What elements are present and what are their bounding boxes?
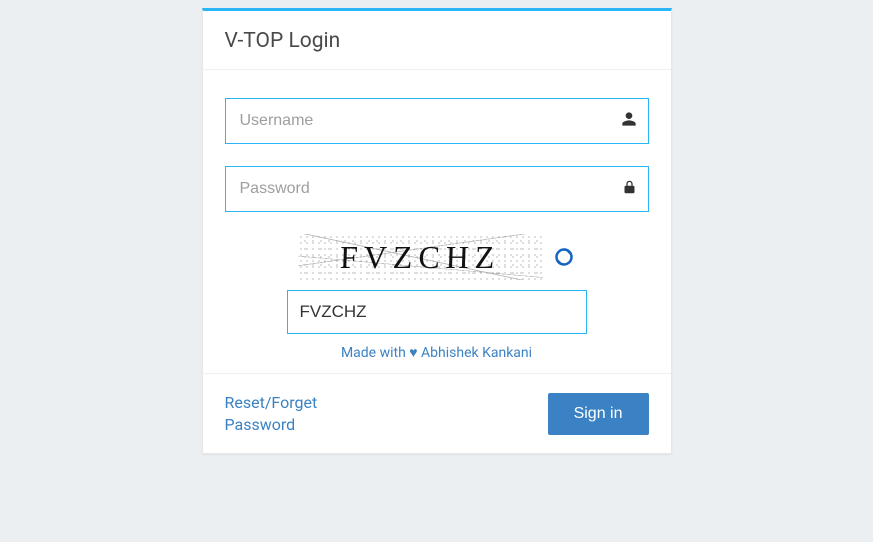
credit-link[interactable]: Made with ♥ Abhishek Kankani (341, 344, 532, 361)
username-input[interactable] (225, 98, 649, 144)
password-input[interactable] (225, 166, 649, 212)
card-body: FVZCHZ Made with ♥ Abhishek Kankani (203, 70, 671, 373)
password-group (225, 166, 649, 212)
captcha-image: FVZCHZ (298, 234, 543, 280)
captcha-row: FVZCHZ (298, 234, 575, 280)
signin-button[interactable]: Sign in (548, 393, 649, 435)
card-header: V-TOP Login (203, 11, 671, 70)
lock-icon (622, 179, 637, 200)
username-group (225, 98, 649, 144)
refresh-icon[interactable] (553, 246, 575, 268)
captcha-text: FVZCHZ (340, 239, 502, 276)
forgot-password-link[interactable]: Reset/ForgetPassword (225, 392, 318, 437)
login-card: V-TOP Login FVZCHZ (202, 8, 672, 454)
captcha-input[interactable] (287, 290, 587, 334)
card-footer: Reset/ForgetPassword Sign in (203, 373, 671, 453)
user-icon (621, 111, 637, 131)
captcha-section: FVZCHZ Made with ♥ Abhishek Kankani (225, 234, 649, 369)
page-title: V-TOP Login (225, 29, 649, 53)
